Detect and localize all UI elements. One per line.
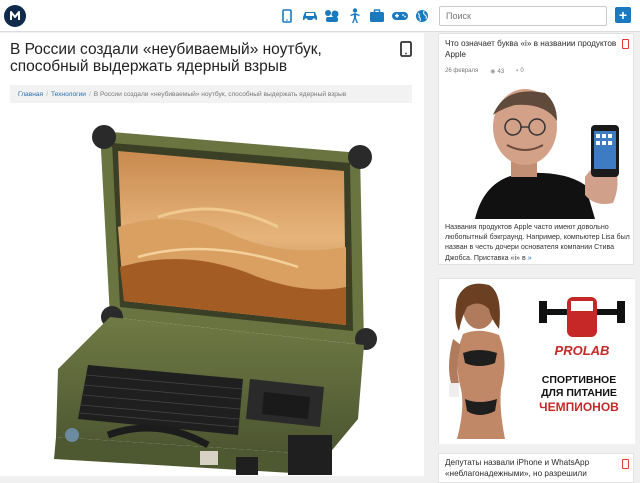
child-icon[interactable] [321,7,343,25]
ad-line3: ЧЕМПИОНОВ [539,400,619,414]
article-title: В России создали «неубиваемый» ноутбук, … [10,41,322,75]
article-image-laptop [38,117,386,476]
comment-icon: ▪ [516,68,519,74]
gamepad-icon[interactable] [389,7,411,25]
globe-icon[interactable] [411,7,433,25]
suitcase-icon[interactable] [366,7,388,25]
car-icon[interactable] [299,7,321,25]
card-image-steve-jobs[interactable] [445,85,628,219]
card-meta: 26 февраля ◉ 43 ▪ 0 [445,68,524,75]
sidebar-ad-banner[interactable]: PROLAB СПОРТИВНОЕ ДЛЯ ПИТАНИЕ ЧЕМПИОНОВ [438,278,635,444]
breadcrumb-section[interactable]: Технологии [51,91,86,98]
add-button[interactable]: + [615,7,631,23]
eye-icon: ◉ [490,69,496,75]
breadcrumb-home[interactable]: Главная [18,91,43,98]
person-icon[interactable] [344,7,366,25]
ad-line2: ДЛЯ ПИТАНИЕ [541,387,617,399]
read-more-link[interactable]: » [528,254,532,262]
top-bar: + [0,0,640,32]
card-date: 26 февраля [445,68,479,74]
ad-image: PROLAB СПОРТИВНОЕ ДЛЯ ПИТАНИЕ ЧЕМПИОНОВ [439,279,635,444]
tablet-icon[interactable] [276,7,298,25]
ad-brand: PROLAB [555,343,610,358]
breadcrumb: Главная / Технологии / В России создали «неу… [10,85,412,103]
card-title[interactable]: Что означает буква «i» в названии продук… [445,39,617,60]
card-excerpt: Названия продуктов Apple часто имеют дов… [445,223,630,262]
tablet-icon [622,459,629,469]
site-logo[interactable] [4,5,26,27]
card-views: 43 [497,69,505,75]
card-comments: 0 [520,68,524,74]
ad-line1: СПОРТИВНОЕ [542,374,616,386]
sidebar: Что означает буква «i» в названии продук… [438,33,640,483]
sidebar-card-deputies[interactable]: Депутаты назвали iPhone и WhatsApp «небл… [438,453,634,483]
tablet-view-icon[interactable] [400,41,412,62]
search-input[interactable] [439,6,607,26]
sidebar-card-apple[interactable]: Что означает буква «i» в названии продук… [438,33,634,265]
tablet-icon [622,39,629,49]
breadcrumb-current: В России создали «неубиваемый» ноутбук, … [93,91,347,98]
article: В России создали «неубиваемый» ноутбук, … [0,33,424,476]
